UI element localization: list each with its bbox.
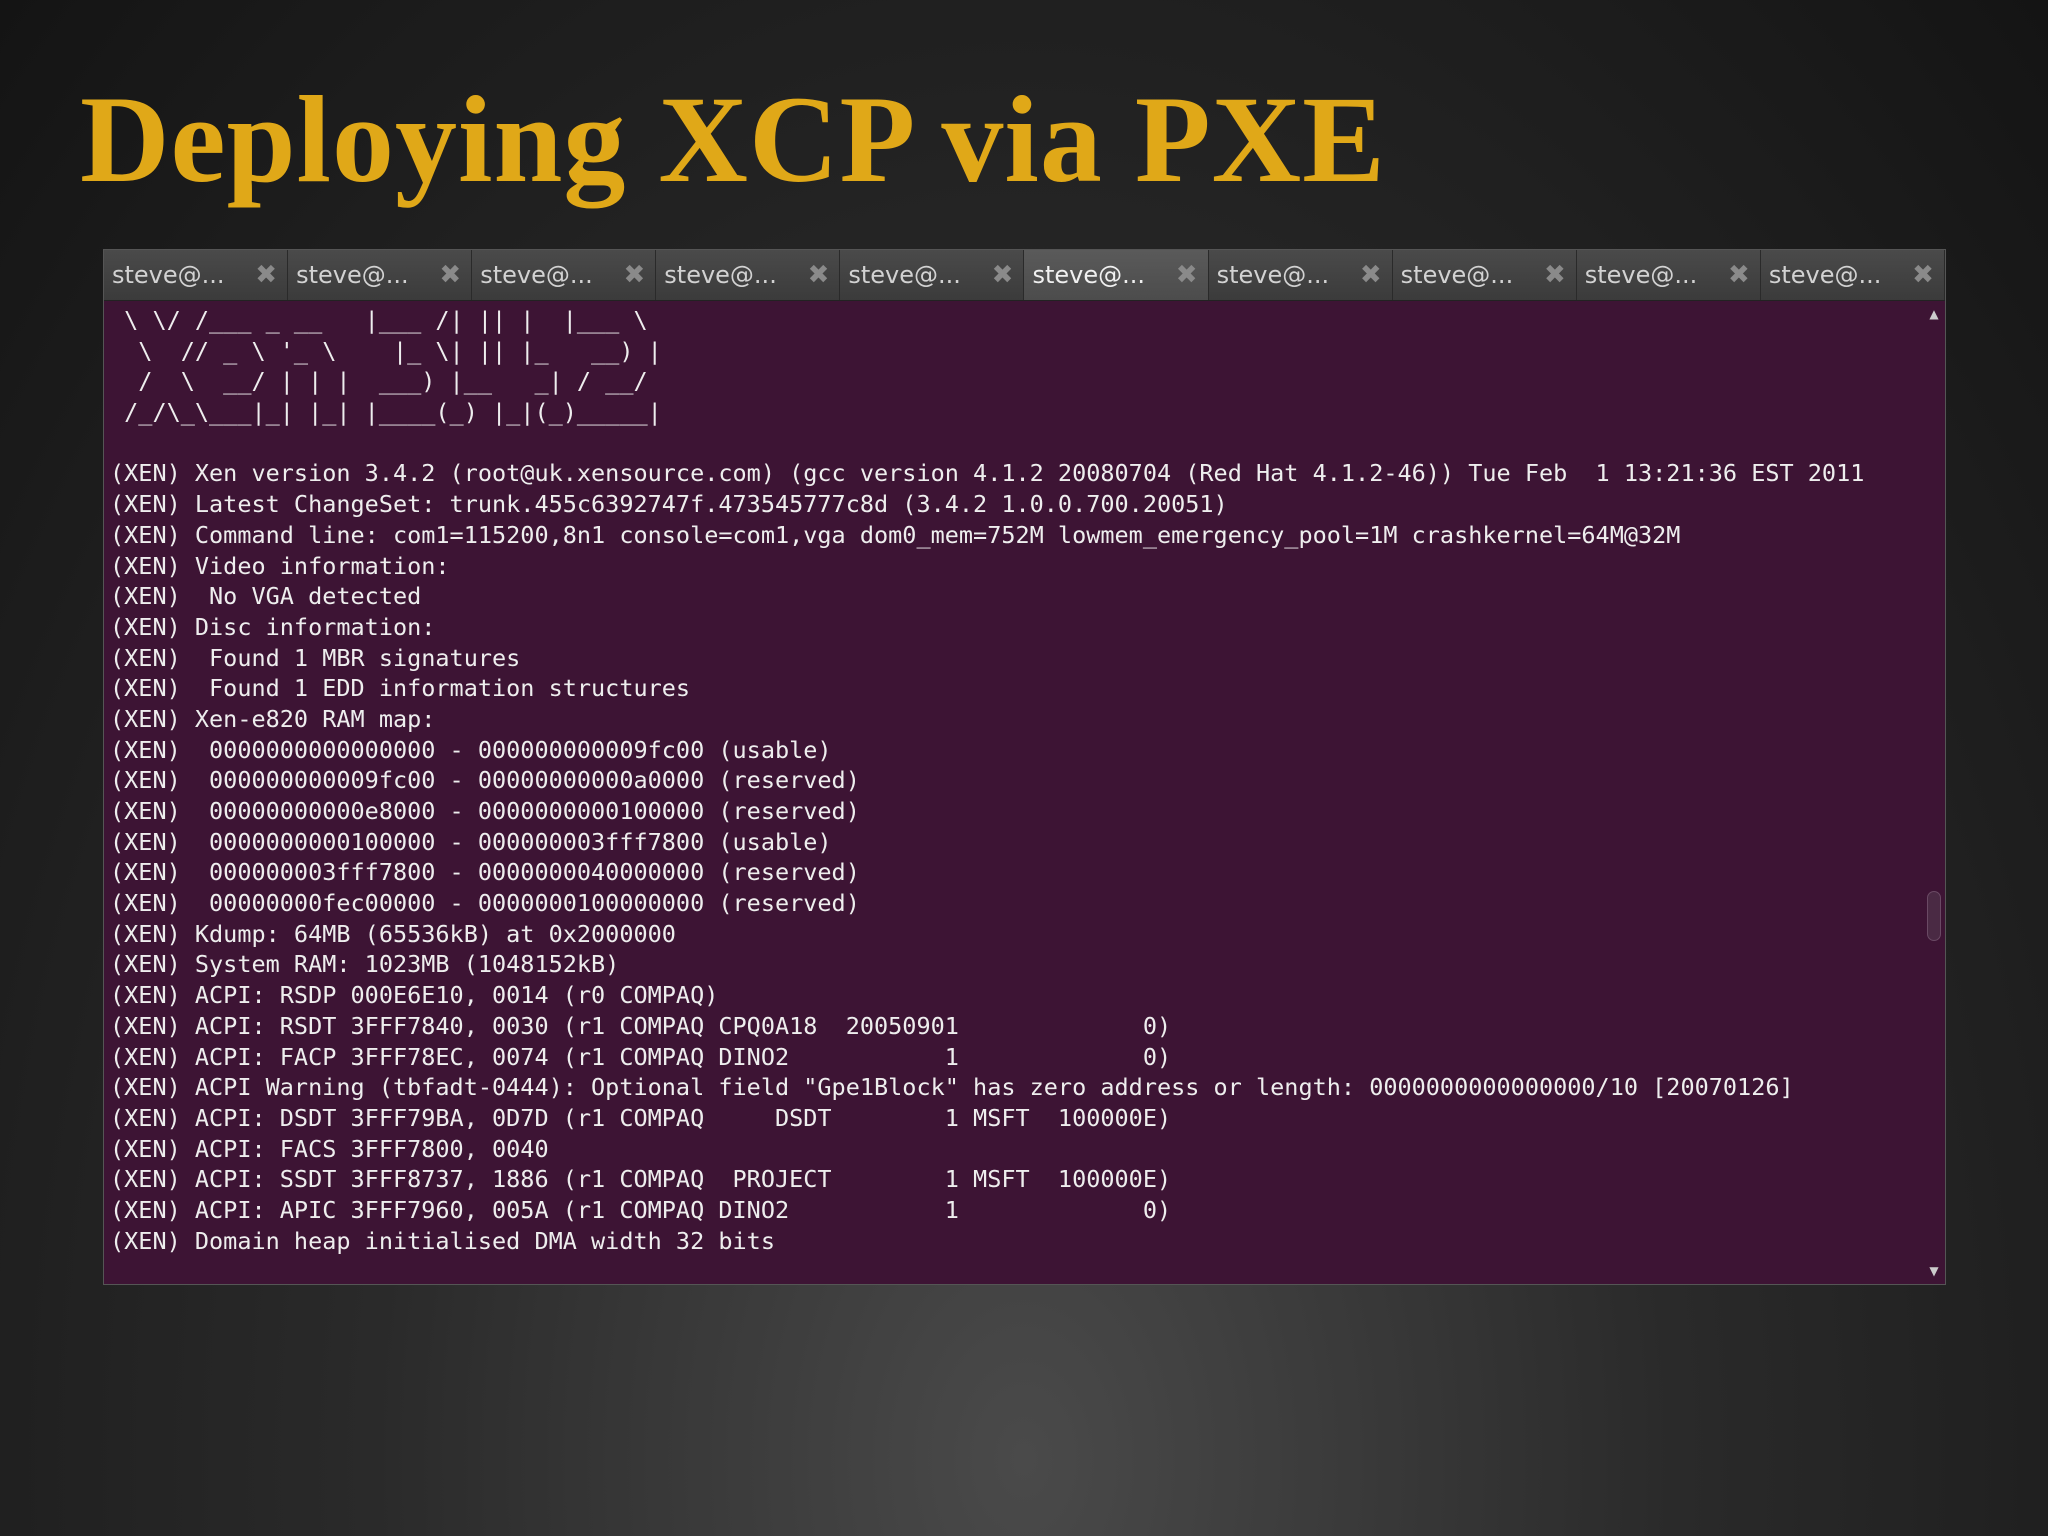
close-icon[interactable]: ✖ [808, 262, 830, 288]
terminal-line: (XEN) ACPI: APIC 3FFF7960, 005A (r1 COMP… [110, 1195, 1172, 1224]
tab-label: steve@... [480, 261, 593, 289]
terminal-line: (XEN) System RAM: 1023MB (1048152kB) [110, 950, 620, 979]
close-icon[interactable]: ✖ [1544, 262, 1566, 288]
terminal-line: (XEN) Found 1 EDD information structures [110, 674, 691, 703]
terminal-line: (XEN) Command line: com1=115200,8n1 cons… [110, 520, 1681, 549]
close-icon[interactable]: ✖ [1912, 262, 1934, 288]
scrollbar-thumb[interactable] [1927, 891, 1941, 941]
tab-label: steve@... [1584, 261, 1698, 289]
terminal-line: (XEN) ACPI: SSDT 3FFF8737, 1886 (r1 COMP… [110, 1165, 1172, 1194]
terminal-line: (XEN) 0000000000000000 - 000000000009fc0… [110, 735, 832, 764]
terminal-line: (XEN) 000000003fff7800 - 000000004000000… [110, 858, 860, 887]
close-icon[interactable]: ✖ [1360, 262, 1382, 288]
terminal-line: (XEN) 00000000fec00000 - 000000010000000… [110, 889, 860, 918]
terminal-window: steve@... ✖ steve@... ✖ steve@... ✖ steve@... ✖… [103, 249, 1946, 1285]
terminal-line: (XEN) Domain heap initialised DMA width … [110, 1226, 775, 1255]
arrow-down-icon[interactable]: ▼ [1923, 1264, 1945, 1278]
terminal-tab[interactable]: steve@... ✖ [472, 250, 657, 300]
terminal-line: (XEN) ACPI Warning (tbfadt-0444): Option… [110, 1073, 1794, 1102]
terminal-line: (XEN) Kdump: 64MB (65536kB) at 0x2000000 [110, 919, 676, 948]
tab-label: steve@... [1400, 261, 1514, 289]
tab-label: steve@... [296, 261, 409, 289]
terminal-tab[interactable]: steve@... ✖ [840, 250, 1025, 300]
terminal-output-area[interactable]: \ \/ /___ _ __ |___ /| || | |___ \ \ // … [104, 301, 1923, 1284]
close-icon[interactable]: ✖ [1176, 262, 1198, 288]
slide-title: Deploying XCP via PXE [80, 71, 1386, 208]
terminal-line: (XEN) No VGA detected [110, 582, 422, 611]
terminal-tab[interactable]: steve@... ✖ [1576, 250, 1761, 300]
terminal-line: \ // _ \ '_ \ |_ \| || |_ __) | [110, 336, 662, 365]
arrow-up-icon[interactable]: ▲ [1923, 307, 1945, 321]
terminal-tab[interactable]: steve@... ✖ [1392, 250, 1577, 300]
terminal-tab[interactable]: steve@... ✖ [1024, 250, 1209, 300]
close-icon[interactable]: ✖ [439, 262, 461, 288]
terminal-tab[interactable]: steve@... ✖ [1760, 250, 1945, 300]
terminal-tab[interactable]: steve@... ✖ [288, 250, 473, 300]
terminal-line: \ \/ /___ _ __ |___ /| || | |___ \ [110, 306, 648, 334]
tab-label: steve@... [1032, 261, 1146, 289]
terminal-line: (XEN) ACPI: FACP 3FFF78EC, 0074 (r1 COMP… [110, 1042, 1172, 1071]
terminal-output: \ \/ /___ _ __ |___ /| || | |___ \ \ // … [110, 305, 1923, 1256]
tab-label: steve@... [664, 261, 777, 289]
tab-label: steve@... [1768, 261, 1882, 289]
terminal-line: (XEN) ACPI: RSDP 000E6E10, 0014 (r0 COMP… [110, 981, 719, 1010]
terminal-line: (XEN) Disc information: [110, 612, 436, 641]
close-icon[interactable]: ✖ [1728, 262, 1750, 288]
terminal-line: (XEN) Xen version 3.4.2 (root@uk.xensour… [110, 459, 1865, 488]
close-icon[interactable]: ✖ [255, 262, 277, 288]
tab-label: steve@... [1216, 261, 1330, 289]
terminal-line: (XEN) ACPI: FACS 3FFF7800, 0040 [110, 1134, 549, 1163]
tab-label: steve@... [848, 261, 961, 289]
terminal-line: (XEN) 00000000000e8000 - 000000000010000… [110, 797, 860, 825]
terminal-line: (XEN) Video information: [110, 551, 450, 580]
terminal-tab-bar: steve@... ✖ steve@... ✖ steve@... ✖ steve@... ✖… [104, 250, 1945, 301]
terminal-line: (XEN) ACPI: DSDT 3FFF79BA, 0D7D (r1 COMP… [110, 1103, 1172, 1132]
terminal-line: (XEN) ACPI: RSDT 3FFF7840, 0030 (r1 COMP… [110, 1011, 1172, 1040]
terminal-line: (XEN) Found 1 MBR signatures [110, 643, 521, 672]
close-icon[interactable]: ✖ [992, 262, 1014, 288]
tab-label: steve@... [112, 261, 225, 289]
terminal-line: (XEN) Xen-e820 RAM map: [110, 704, 436, 733]
terminal-scrollbar[interactable]: ▲ ▼ [1923, 301, 1945, 1284]
close-icon[interactable]: ✖ [623, 262, 645, 288]
terminal-line: / \ __/ | | | ___) |__ _| / __/ [110, 367, 648, 396]
terminal-tab[interactable]: steve@... ✖ [1208, 250, 1393, 300]
terminal-tab[interactable]: steve@... ✖ [656, 250, 841, 300]
terminal-line: (XEN) Latest ChangeSet: trunk.455c639274… [110, 490, 1228, 519]
terminal-line: (XEN) 000000000009fc00 - 00000000000a000… [110, 766, 860, 795]
terminal-tab[interactable]: steve@... ✖ [104, 250, 289, 300]
terminal-line: /_/\_\___|_| |_| |____(_) |_|(_)_____| [110, 398, 662, 427]
terminal-line: (XEN) 0000000000100000 - 000000003fff780… [110, 827, 832, 856]
